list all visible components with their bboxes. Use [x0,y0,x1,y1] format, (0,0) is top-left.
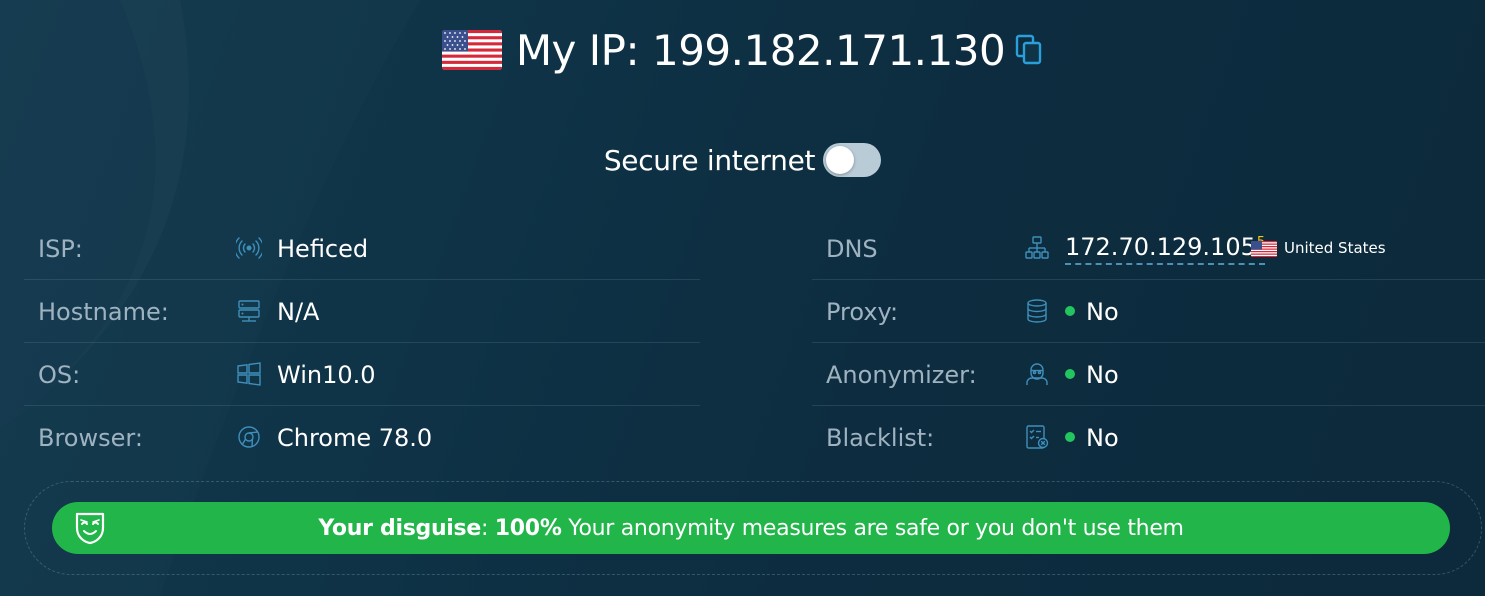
wifi-signal-icon [236,237,262,259]
dns-ip-value: 172.70.129.105 [1065,233,1256,261]
info-label: Hostname: [38,297,169,326]
info-label: Browser: [38,423,143,452]
server-icon [238,300,260,322]
info-row-isp: ISP: Heficed [24,217,700,280]
checklist-icon [1026,425,1049,449]
us-flag-icon [441,30,502,70]
info-row-anonymizer: Anonymizer: No [812,343,1485,406]
chrome-icon [238,426,260,448]
status-dot [1065,369,1075,379]
database-icon [1027,299,1047,323]
proxy-value: No [1086,297,1119,326]
info-row-proxy: Proxy: No [812,280,1485,343]
browser-value: Chrome 78.0 [277,423,433,452]
dns-ip-link[interactable]: 172.70.129.1055 [1065,233,1266,265]
secure-internet-toggle[interactable] [823,143,882,177]
info-label: ISP: [38,234,83,263]
toggle-knob [826,146,855,174]
dns-country: United States [1284,239,1386,257]
connection-info-right: DNS 172.70.129.1055 [812,217,1485,469]
hostname-value: N/A [277,297,320,326]
disguise-banner-frame: Your disguise: 100% Your anonymity measu… [24,481,1482,575]
connection-info-left: ISP: Heficed Hostname: N/A OS: Win10.0 B… [24,217,700,469]
anonymizer-value: No [1086,360,1119,389]
network-icon [1025,236,1049,259]
info-label: Blacklist: [826,423,935,452]
disguise-banner: Your disguise: 100% Your anonymity measu… [52,502,1450,554]
secure-internet-row: Secure internet [0,140,1485,180]
info-row-os: OS: Win10.0 [24,343,700,406]
info-row-dns: DNS 172.70.129.1055 [812,217,1485,280]
disguise-message: Your disguise: 100% Your anonymity measu… [318,515,1184,541]
status-dot [1065,306,1075,316]
disguise-percent: 100% [494,515,562,541]
info-label: OS: [38,360,81,389]
info-label: DNS [826,234,878,263]
ip-title: My IP: 199.182.171.130 [515,25,1006,75]
isp-value: Heficed [277,234,369,263]
info-row-blacklist: Blacklist: No [812,406,1485,469]
copy-icon[interactable] [1015,34,1043,66]
status-dot [1065,432,1075,442]
info-row-browser: Browser: Chrome 78.0 [24,406,700,469]
mask-icon [75,512,105,545]
disguise-text: Your anonymity measures are safe or you … [568,515,1184,541]
us-flag-icon [1251,241,1277,257]
info-label: Proxy: [826,297,899,326]
disguise-lead: Your disguise [318,515,481,541]
windows-icon [237,362,261,386]
os-value: Win10.0 [277,360,376,389]
hacker-icon [1026,363,1048,385]
info-label: Anonymizer: [826,360,977,389]
info-row-hostname: Hostname: N/A [24,280,700,343]
blacklist-value: No [1086,423,1119,452]
secure-internet-label: Secure internet [603,143,816,177]
disguise-separator: : [480,515,489,541]
ip-header: My IP: 199.182.171.130 [0,22,1485,78]
